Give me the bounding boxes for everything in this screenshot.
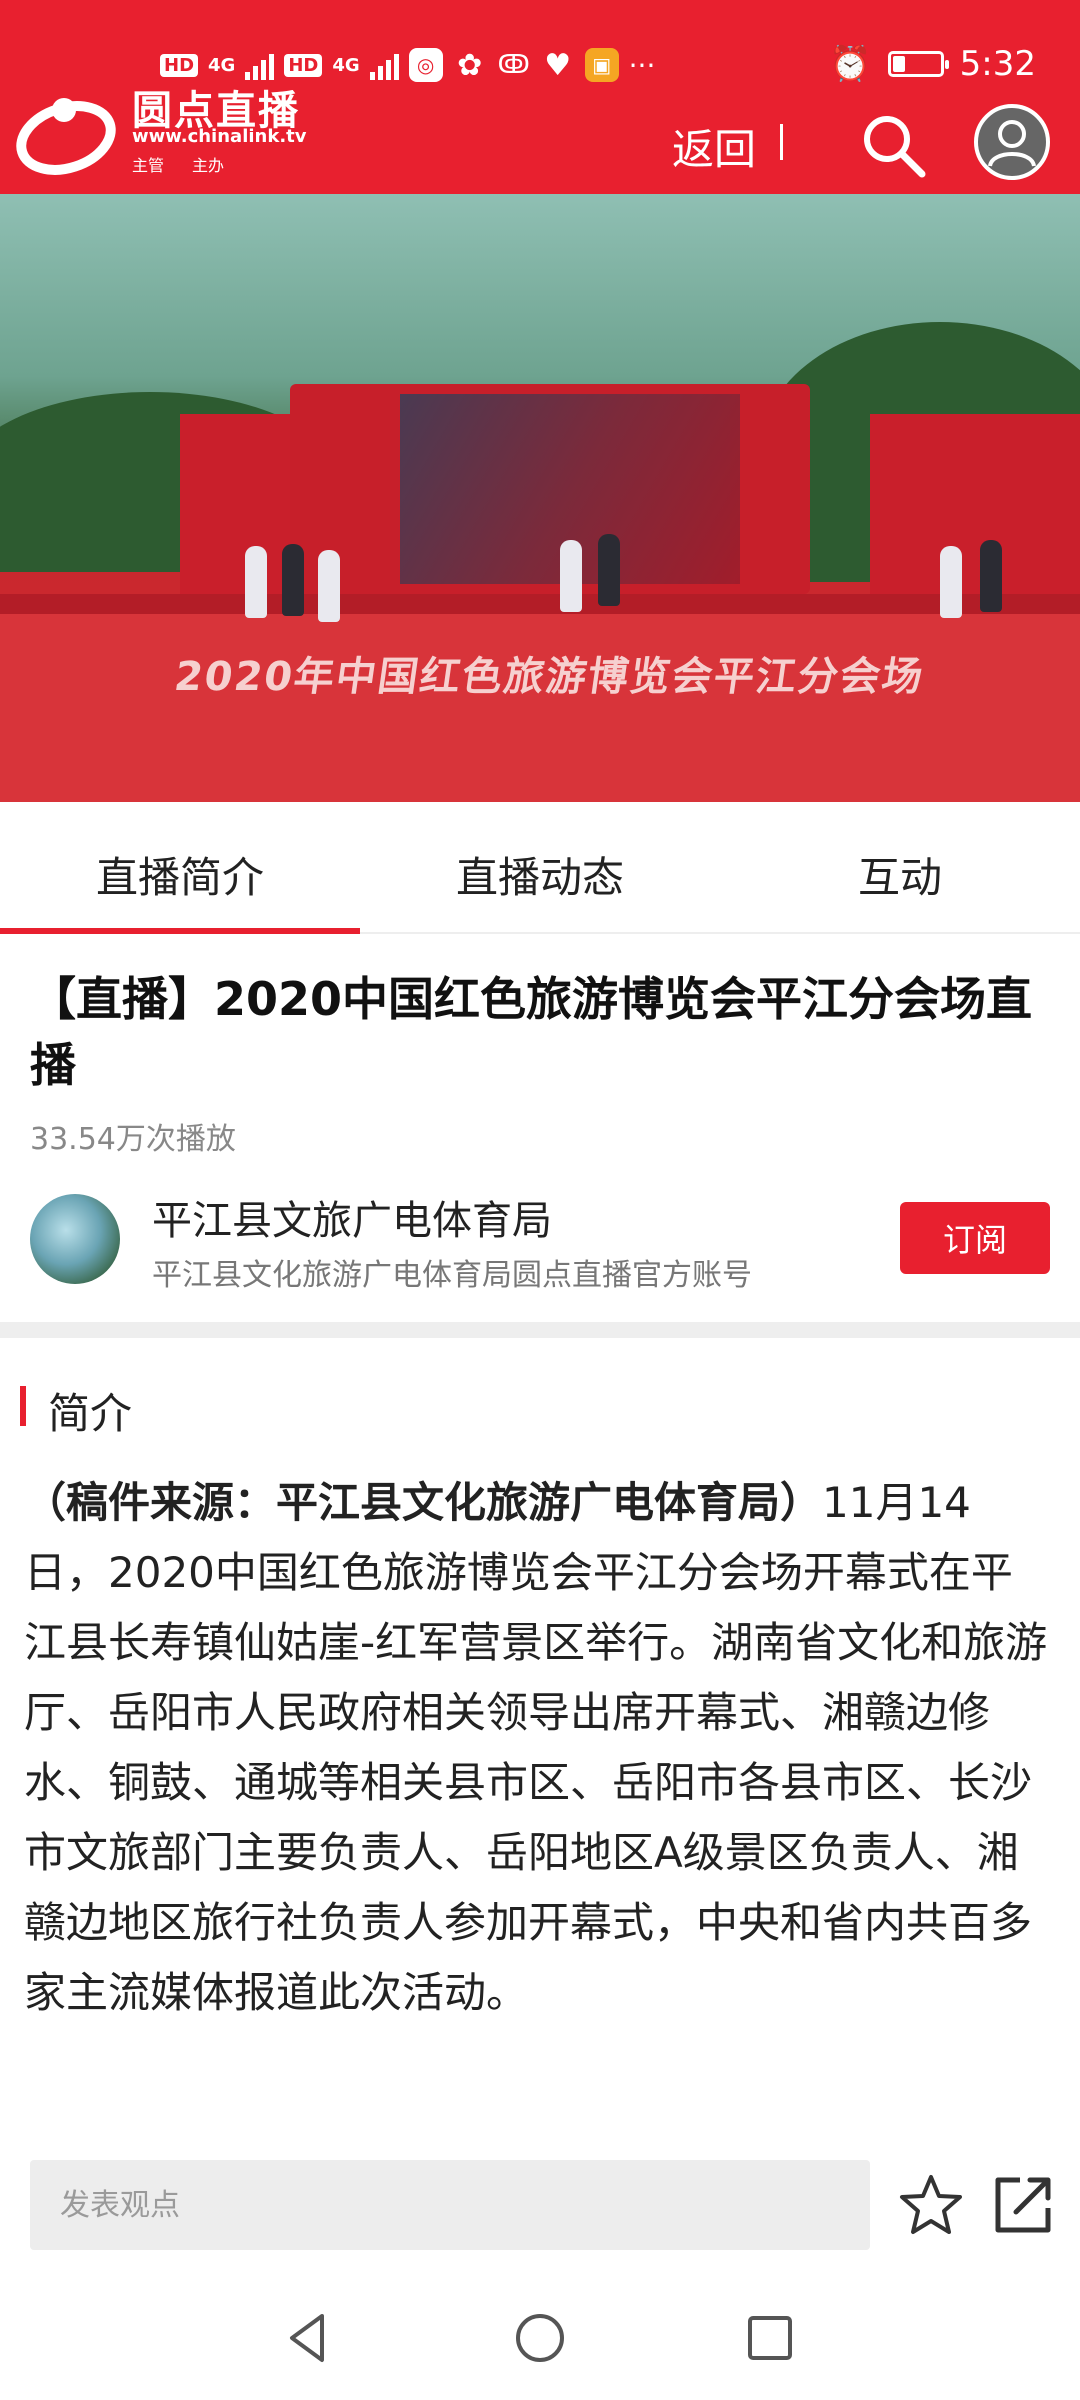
play-count: 33.54万次播放 — [30, 1122, 236, 1157]
star-icon[interactable] — [898, 2172, 964, 2238]
network-type: 4G — [208, 54, 236, 76]
logo-url: www.chinalink.tv — [132, 126, 307, 147]
search-icon[interactable] — [858, 110, 928, 180]
intro-source: （稿件来源：平江县文化旅游广电体育局） — [24, 1478, 823, 1527]
alarm-icon: ⏰ — [829, 44, 872, 84]
circle-home-icon[interactable] — [510, 2308, 570, 2368]
publisher-name[interactable]: 平江县文旅广电体育局 — [152, 1188, 552, 1246]
header-divider — [780, 124, 783, 160]
app-notification-icon: ↂ — [497, 50, 530, 80]
shop-notification-icon: ▣ — [584, 48, 619, 82]
comment-input[interactable] — [30, 2160, 870, 2250]
hd-badge-2: HD — [284, 53, 323, 77]
back-button[interactable]: 返回 — [672, 116, 756, 177]
stage-floor — [0, 614, 1080, 802]
signal-icon-2 — [369, 50, 399, 80]
tab-active-indicator — [0, 928, 360, 934]
stage-banner: 2020年中国红色旅游博览会平江分会场 — [171, 654, 928, 700]
tab-interaction[interactable]: 互动 — [720, 844, 1080, 905]
hd-badge: HD — [160, 53, 199, 77]
app-header: HD 4G HD 4G ◎ ✿ ↂ ♥ ▣ ··· ⏰ 5:32 圆点直播 ww… — [0, 0, 1080, 194]
tab-bar: 直播简介 直播动态 互动 — [0, 802, 1080, 938]
user-icon — [988, 120, 1036, 167]
user-avatar-button[interactable] — [974, 104, 1050, 180]
more-notifications-icon: ··· — [628, 48, 656, 82]
browser-notification-icon: ◎ — [408, 48, 443, 82]
status-left: HD 4G HD 4G ◎ ✿ ↂ ♥ ▣ ··· — [160, 47, 656, 83]
page-title: 【直播】2020中国红色旅游博览会平江分会场直播 — [30, 972, 1033, 1092]
square-recents-icon[interactable] — [740, 2308, 800, 2368]
heart-notification-icon: ♥ — [544, 47, 572, 83]
performer — [282, 544, 304, 616]
intro-heading-bar — [20, 1386, 26, 1426]
system-nav-bar — [0, 2280, 1080, 2400]
app-logo[interactable]: 圆点直播 www.chinalink.tv 主管 主办 — [14, 78, 307, 188]
logo-sub-1: 主管 — [132, 156, 165, 175]
network-type-2: 4G — [332, 54, 360, 76]
signal-icon — [245, 50, 275, 80]
performer — [940, 546, 962, 618]
live-video-player[interactable]: 2020年中国红色旅游博览会平江分会场 — [0, 194, 1080, 802]
logo-icon — [16, 98, 116, 175]
performer — [560, 540, 582, 612]
battery-icon — [887, 51, 949, 77]
intro-body: （稿件来源：平江县文化旅游广电体育局）11月14日，2020中国红色旅游博览会平… — [24, 1468, 1054, 2028]
section-divider — [0, 1322, 1080, 1338]
stage-wing-right — [870, 414, 1080, 594]
tab-intro[interactable]: 直播简介 — [0, 844, 360, 905]
comment-bar — [0, 2140, 1080, 2270]
triangle-back-icon[interactable] — [278, 2308, 338, 2368]
share-icon[interactable] — [990, 2172, 1056, 2238]
logo-sub-2: 主办 — [192, 156, 225, 175]
status-right: ⏰ 5:32 — [829, 44, 1036, 84]
tab-updates[interactable]: 直播动态 — [360, 844, 720, 905]
intro-text: 11月14日，2020中国红色旅游博览会平江分会场开幕式在平江县长寿镇仙姑崖-红… — [24, 1478, 1048, 2017]
publisher-description: 平江县文化旅游广电体育局圆点直播官方账号 — [152, 1258, 752, 1293]
wechat-notification-icon: ✿ — [457, 47, 483, 83]
performer — [245, 546, 267, 618]
publisher-avatar[interactable] — [30, 1194, 120, 1284]
status-time: 5:32 — [959, 44, 1036, 84]
logo-sponsors: 主管 主办 — [132, 152, 224, 176]
subscribe-button[interactable]: 订阅 — [900, 1202, 1050, 1274]
intro-heading-text: 简介 — [48, 1389, 133, 1438]
publisher-row: 平江县文旅广电体育局 平江县文化旅游广电体育局圆点直播官方账号 订阅 — [0, 1188, 1080, 1318]
performer — [318, 550, 340, 622]
performer — [598, 534, 620, 606]
performer — [980, 540, 1002, 612]
